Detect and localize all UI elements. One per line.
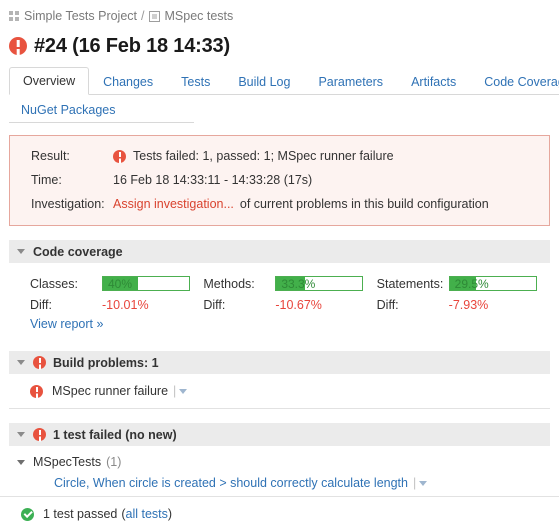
coverage-bar-methods: 33.3% 33.3% [275,276,364,291]
test-case-link[interactable]: Circle, When circle is created > should … [54,476,408,490]
collapse-triangle-icon[interactable] [17,459,25,465]
section-header-build-problems[interactable]: Build problems: 1 [9,351,550,374]
error-icon [113,149,126,163]
passed-tests-text: 1 test passed [43,507,118,521]
view-report-row: View report » [30,317,550,331]
coverage-row: Statements: 29.5% 29.5% [377,273,550,294]
coverage-diff-row: Diff: -10.67% [203,294,376,315]
coverage-diff-label-classes: Diff: [30,297,52,312]
breadcrumb: Simple Tests Project / MSpec tests [0,0,559,25]
coverage-diff-label-methods: Diff: [203,297,226,312]
time-value: 16 Feb 18 14:33:11 - 14:33:28 (17s) [113,173,313,187]
all-tests-link[interactable]: all tests [126,507,168,521]
investigation-row: Investigation: Assign investigation... o… [10,192,549,216]
collapse-triangle-icon[interactable] [17,249,25,254]
test-case-menu[interactable]: | [412,476,428,490]
coverage-label-classes: Classes: [30,276,78,291]
coverage-metric-methods: Methods: 33.3% 33.3% Diff: -10.67% [203,273,376,315]
result-text: Tests failed: 1, passed: 1; MSpec runner… [133,149,394,163]
coverage-bar-statements: 29.5% 29.5% [448,276,537,291]
coverage-diff-value-methods: -10.67% [275,297,322,312]
test-suite-row[interactable]: MSpecTests (1) [9,446,550,473]
passed-tests-row: 1 test passed ( all tests ) [0,496,559,531]
coverage-metric-statements: Statements: 29.5% 29.5% Diff: -7.93% [377,273,550,315]
chevron-down-icon[interactable] [179,388,188,394]
coverage-label-methods: Methods: [203,276,255,291]
breadcrumb-project-link[interactable]: Simple Tests Project [24,9,137,23]
failed-tests-title: 1 test failed (no new) [53,427,177,442]
result-row: Result: Tests failed: 1, passed: 1; MSpe… [10,144,549,168]
grid-icon [9,11,19,21]
menu-divider: | [412,476,417,490]
page-title: #24 (16 Feb 18 14:33) [0,25,559,61]
tab-tests[interactable]: Tests [167,68,224,95]
breadcrumb-config-link[interactable]: MSpec tests [165,9,234,23]
square-icon [148,10,160,22]
result-label: Result: [31,149,70,163]
coverage-diff-row: Diff: -10.01% [30,294,203,315]
assign-investigation-link[interactable]: Assign investigation... [113,197,234,211]
investigation-label: Investigation: [31,197,105,211]
collapse-triangle-icon[interactable] [17,432,25,437]
build-problem-item: MSpec runner failure | [9,374,550,409]
coverage-metrics-grid: Classes: 40% 40% Diff: -10.01% Methods: … [30,273,550,315]
tab-artifacts[interactable]: Artifacts [397,68,470,95]
coverage-label-statements: Statements: [376,276,444,291]
coverage-metric-classes: Classes: 40% 40% Diff: -10.01% [30,273,203,315]
view-report-link[interactable]: View report » [30,317,103,331]
tab-row-secondary: NuGet Packages [9,95,194,123]
build-number-title: #24 (16 Feb 18 14:33) [34,34,230,57]
result-value: Tests failed: 1, passed: 1; MSpec runner… [113,149,394,163]
coverage-value-shadow: 29.5% [454,277,489,291]
tab-parameters[interactable]: Parameters [304,68,397,95]
chevron-down-icon[interactable] [419,480,428,486]
failed-tests-body: MSpecTests (1) Circle, When circle is cr… [9,446,550,496]
collapse-triangle-icon[interactable] [17,360,25,365]
investigation-value: Assign investigation... of current probl… [113,197,489,211]
error-icon [33,356,46,369]
tab-row-primary: Overview Changes Tests Build Log Paramet… [9,67,559,95]
error-icon [30,384,43,398]
coverage-diff-row: Diff: -7.93% [377,294,550,315]
time-row: Time: 16 Feb 18 14:33:11 - 14:33:28 (17s… [10,168,549,192]
coverage-bar-classes: 40% 40% [102,276,190,291]
coverage-value-shadow: 33.3% [281,277,316,291]
coverage-row: Methods: 33.3% 33.3% [203,273,376,294]
coverage-diff-value-statements: -7.93% [448,297,489,312]
section-header-code-coverage[interactable]: Code coverage [9,240,550,263]
coverage-value-shadow: 40% [108,277,133,291]
section-header-failed-tests[interactable]: 1 test failed (no new) [9,423,550,446]
code-coverage-title: Code coverage [33,244,123,259]
code-coverage-body: Classes: 40% 40% Diff: -10.01% Methods: … [9,263,550,337]
time-label: Time: [31,173,62,187]
coverage-row: Classes: 40% 40% [30,273,203,294]
build-problem-menu[interactable]: | [173,384,188,398]
investigation-tail-text: of current problems in this build config… [239,197,489,211]
tab-build-log[interactable]: Build Log [224,68,304,95]
tab-overview[interactable]: Overview [9,67,90,95]
error-icon [33,428,46,441]
tab-bar: Overview Changes Tests Build Log Paramet… [0,67,559,123]
coverage-diff-value-classes: -10.01% [102,297,149,312]
build-problems-title: Build problems: 1 [53,355,159,370]
error-icon [9,37,27,55]
tab-code-coverage[interactable]: Code Coverage [470,68,559,95]
build-summary-box: Result: Tests failed: 1, passed: 1; MSpe… [9,135,550,226]
success-icon [21,507,34,521]
breadcrumb-separator: / [141,9,145,23]
close-paren: ) [167,507,173,521]
tab-nuget-packages[interactable]: NuGet Packages [9,96,130,123]
coverage-diff-label-statements: Diff: [376,297,399,312]
test-suite-name: MSpecTests [33,455,102,469]
tab-changes[interactable]: Changes [89,68,167,95]
test-case-row: Circle, When circle is created > should … [9,473,550,496]
test-suite-count: (1) [106,455,122,469]
menu-divider: | [173,384,177,398]
build-problem-text: MSpec runner failure [52,384,169,398]
